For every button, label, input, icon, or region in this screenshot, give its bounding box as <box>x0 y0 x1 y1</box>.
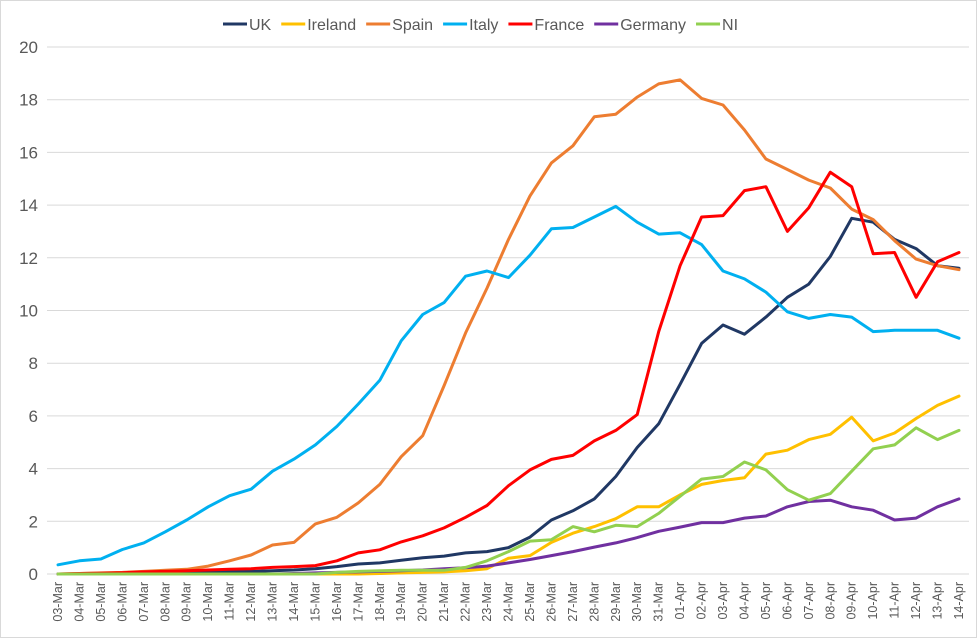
x-tick-label: 15-Mar <box>308 582 322 622</box>
x-tick-label: 08-Apr <box>823 582 837 620</box>
x-tick-label: 13-Mar <box>266 582 280 622</box>
legend-label: NI <box>722 17 738 34</box>
x-tick-label: 26-Mar <box>544 582 558 622</box>
x-tick-label: 13-Apr <box>931 582 945 620</box>
x-axis-ticks: 03-Mar 04-Mar 05-Mar 06-Mar 07-Mar 08-Mar 09-M… <box>51 582 966 622</box>
legend-label: Germany <box>620 17 686 34</box>
x-tick-label: 27-Mar <box>566 582 580 622</box>
series-line-france <box>56 170 961 576</box>
x-tick-label: 11-Apr <box>888 582 902 619</box>
x-tick-label: 16-Mar <box>330 582 344 622</box>
series-lines <box>56 78 961 576</box>
y-tick-label: 16 <box>19 143 38 162</box>
x-tick-label: 09-Mar <box>180 582 194 622</box>
y-tick-label: 10 <box>19 302 38 321</box>
legend-label: Ireland <box>307 17 356 34</box>
x-tick-label: 01-Apr <box>673 582 687 620</box>
x-tick-label: 22-Mar <box>459 582 473 622</box>
x-tick-label: 18-Mar <box>373 582 387 622</box>
legend-label: UK <box>249 17 272 34</box>
legend-item-germany: Germany <box>594 17 686 34</box>
x-tick-label: 20-Mar <box>416 582 430 622</box>
x-tick-label: 09-Apr <box>845 582 859 620</box>
x-tick-label: 04-Mar <box>72 582 86 622</box>
x-tick-label: 06-Mar <box>115 582 129 622</box>
legend-item-ireland: Ireland <box>281 17 356 34</box>
x-tick-label: 06-Apr <box>780 582 794 620</box>
y-tick-label: 6 <box>29 407 38 426</box>
y-tick-label: 18 <box>19 91 38 110</box>
x-tick-label: 11-Mar <box>223 582 237 621</box>
x-tick-label: 29-Mar <box>609 582 623 622</box>
y-tick-label: 8 <box>29 354 38 373</box>
y-tick-label: 12 <box>19 249 38 268</box>
x-tick-label: 14-Mar <box>287 582 301 622</box>
x-tick-label: 05-Mar <box>94 582 108 622</box>
x-tick-label: 05-Apr <box>759 582 773 620</box>
legend: UK Ireland Spain Italy France Germany NI <box>223 17 738 34</box>
x-tick-label: 25-Mar <box>523 582 537 622</box>
x-tick-label: 08-Mar <box>158 582 172 622</box>
legend-item-uk: UK <box>223 17 272 34</box>
legend-item-italy: Italy <box>443 17 498 34</box>
x-tick-label: 19-Mar <box>394 582 408 622</box>
x-tick-label: 12-Mar <box>244 582 258 622</box>
y-tick-label: 14 <box>19 196 38 215</box>
legend-label: Spain <box>392 17 433 34</box>
line-chart: 0 2 4 6 8 10 12 14 16 18 20 03-Mar 04-Mar 05-Mar 06-M… <box>0 0 977 638</box>
y-tick-label: 0 <box>29 565 38 584</box>
y-tick-label: 20 <box>19 38 38 57</box>
x-tick-label: 03-Mar <box>51 582 65 622</box>
series-line-italy <box>56 204 961 567</box>
x-tick-label: 17-Mar <box>351 582 365 622</box>
x-tick-label: 07-Mar <box>137 582 151 622</box>
legend-item-ni: NI <box>696 17 738 34</box>
y-tick-label: 2 <box>29 512 38 531</box>
y-tick-label: 4 <box>29 460 38 479</box>
series-line-uk <box>56 216 961 576</box>
x-tick-label: 24-Mar <box>502 582 516 622</box>
x-tick-label: 03-Apr <box>716 582 730 620</box>
legend-label: Italy <box>469 17 498 34</box>
x-tick-label: 02-Apr <box>695 582 709 620</box>
x-tick-label: 10-Apr <box>866 582 880 620</box>
x-tick-label: 12-Apr <box>909 582 923 620</box>
x-tick-label: 14-Apr <box>952 582 966 620</box>
x-tick-label: 04-Apr <box>737 582 751 620</box>
x-tick-label: 21-Mar <box>437 582 451 622</box>
y-axis-ticks: 0 2 4 6 8 10 12 14 16 18 20 <box>19 38 38 584</box>
legend-label: France <box>534 17 584 34</box>
x-tick-label: 31-Mar <box>652 582 666 622</box>
legend-item-spain: Spain <box>366 17 433 34</box>
x-tick-label: 28-Mar <box>587 582 601 622</box>
x-tick-label: 10-Mar <box>201 582 215 622</box>
legend-item-france: France <box>508 17 584 34</box>
x-tick-label: 30-Mar <box>630 582 644 622</box>
series-line-germany <box>56 497 961 576</box>
x-tick-label: 07-Apr <box>802 582 816 620</box>
x-tick-label: 23-Mar <box>480 582 494 622</box>
